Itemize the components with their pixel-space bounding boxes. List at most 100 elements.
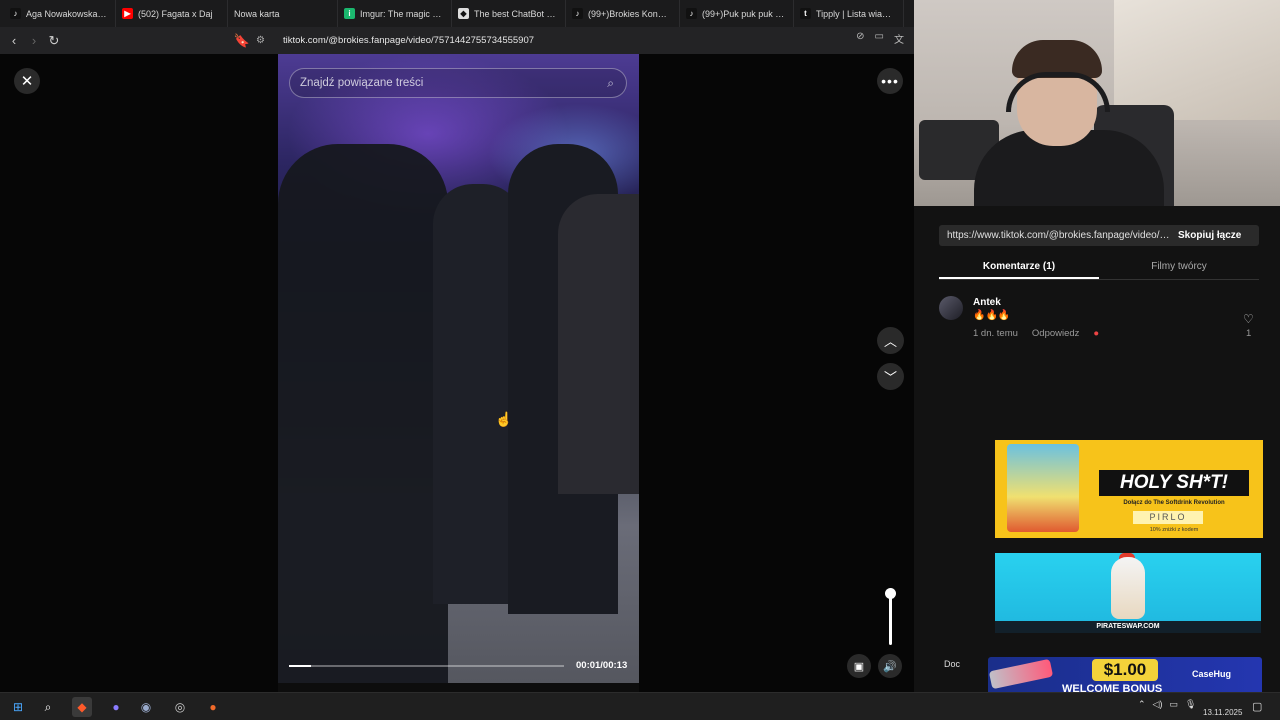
video-figure	[278, 144, 448, 683]
video-figure	[558, 194, 639, 494]
browser-tab-strip: ♪ Aga Nowakowska (@a ▶ (502) Fagata x Daj No…	[0, 0, 914, 27]
ad-subheadline: Dołącz do The Softdrink Revolution	[1123, 500, 1225, 506]
next-video-button[interactable]: ﹀	[877, 363, 904, 390]
browser-tab[interactable]: t Tipply | Lista wiadomo	[794, 0, 904, 27]
cast-icon[interactable]: ▭	[875, 31, 884, 46]
chatbot-icon: ◆	[458, 8, 469, 19]
tiktok-icon: ♪	[10, 8, 21, 19]
comment-age: 1 dn. temu	[973, 328, 1018, 339]
address-bar-row: ‹ › ↻ 🔖 ⚙ tiktok.com/@brokies.fanpage/vi…	[0, 27, 914, 54]
network-icon[interactable]: ▭	[1169, 699, 1178, 710]
tiktok-icon: ♪	[686, 8, 697, 19]
back-button[interactable]: ‹	[4, 31, 24, 51]
translate-icon[interactable]: 文	[894, 31, 904, 46]
tiktok-viewer: ✕ ••• Znajdź powiązane treści ⌕ 00:01/00…	[0, 54, 914, 692]
ad-headline: HOLY SH*T!	[1099, 470, 1249, 496]
previous-video-button[interactable]: ︿	[877, 327, 904, 354]
tray-expand-icon[interactable]: ⌃	[1138, 699, 1146, 710]
creator-like-icon: ●	[1093, 328, 1100, 339]
reader-mode-icon[interactable]: ⊘	[856, 31, 864, 46]
copy-link-button[interactable]: Skopiuj łącze	[1178, 230, 1241, 241]
tiktok-icon: ♪	[572, 8, 583, 19]
obs-icon[interactable]: ◎	[170, 697, 190, 717]
browser-tab[interactable]: ▶ (502) Fagata x Daj	[116, 0, 228, 27]
avatar[interactable]	[939, 296, 963, 320]
site-info-icon[interactable]: ⚙	[256, 35, 270, 46]
comment-meta: 1 dn. temu Odpowiedz ●	[973, 328, 1099, 339]
taskbar-date[interactable]: 13.11.2025	[1203, 708, 1242, 717]
hand-cursor-icon: ☝	[495, 411, 513, 427]
browser-tab[interactable]: i Imgur: The magic of the	[338, 0, 452, 27]
speaker-icon[interactable]: ◁)	[1153, 699, 1163, 710]
app-icon[interactable]: ●	[203, 697, 223, 717]
browser-tab-title: The best ChatBot and	[474, 8, 557, 19]
volume-slider[interactable]	[885, 588, 896, 645]
taskbar: ⊞ ⌕ ◆ ● ◉ ◎ ● ⌃ ◁) ▭ 🎙 13.11.2025 ▢	[0, 692, 1280, 720]
system-tray: ⌃ ◁) ▭ 🎙	[1138, 699, 1196, 710]
windows-start-icon[interactable]: ⊞	[8, 697, 28, 717]
browser-tab-title: Nowa karta	[234, 8, 280, 19]
tab-comments[interactable]: Komentarze (1)	[939, 256, 1099, 279]
tipply-icon: t	[800, 8, 811, 19]
browser-tab[interactable]: ♪ (99+)Puk puk puk puk (	[680, 0, 794, 27]
reload-button[interactable]: ↻	[44, 31, 64, 51]
address-bar-actions: ⊘ ▭ 文	[856, 31, 904, 46]
ad-note: 10% zniżki z kodem	[1149, 527, 1199, 533]
bookmark-icon[interactable]: 🔖	[232, 31, 252, 51]
more-options-button[interactable]: •••	[877, 68, 903, 94]
ad-mascot-image	[1111, 557, 1145, 619]
ad-price: $1.00	[1092, 659, 1158, 681]
comment-author[interactable]: Antek	[973, 297, 1001, 308]
video-player[interactable]: Znajdź powiązane treści ⌕ 00:01/00:13	[278, 54, 639, 683]
webcam-overlay	[914, 0, 1280, 206]
video-progress-bar[interactable]	[289, 665, 564, 667]
tab-creator-videos[interactable]: Filmy twórcy	[1099, 256, 1259, 279]
reply-button[interactable]: Odpowiedz	[1032, 328, 1080, 339]
browser-tab-title: Aga Nowakowska (@a	[26, 8, 107, 19]
browser-tab[interactable]: ♪ Aga Nowakowska (@a	[4, 0, 116, 27]
comment-item: Antek 🔥🔥🔥 1 dn. temu Odpowiedz ● ♡ 1	[939, 296, 1259, 344]
browser-tab[interactable]: ♪ (99+)Brokies Koncert h	[566, 0, 680, 27]
volume-icon[interactable]: 🔊	[878, 654, 902, 678]
search-icon[interactable]: ⌕	[607, 76, 614, 91]
video-progress-fill	[289, 665, 311, 667]
ad-site-label: PIRATESWAP.COM	[995, 621, 1261, 633]
ad-brand: CaseHug	[1192, 669, 1232, 679]
ad-banner-softdrink[interactable]: HOLY SH*T! Dołącz do The Softdrink Revol…	[995, 440, 1263, 538]
url-field[interactable]: ⚙ tiktok.com/@brokies.fanpage/video/7571…	[256, 31, 911, 50]
close-button[interactable]: ✕	[14, 68, 40, 94]
ad-promo-code: PIRLO	[1133, 511, 1203, 524]
browser-tab-title: Imgur: The magic of the	[360, 8, 443, 19]
like-heart-icon[interactable]: ♡	[1243, 312, 1254, 326]
share-link-row: https://www.tiktok.com/@brokies.fanpage/…	[939, 225, 1259, 246]
comment-text: 🔥🔥🔥	[973, 310, 1011, 321]
related-search-input[interactable]: Znajdź powiązane treści ⌕	[289, 68, 627, 98]
forward-button[interactable]: ›	[24, 31, 44, 51]
ad-banner-pirateswap[interactable]: PIRATESWAP.COM	[995, 553, 1261, 633]
miniplayer-icon[interactable]: ▣	[847, 654, 871, 678]
ad-prefix-text: Doc	[944, 659, 961, 669]
messenger-icon[interactable]: ●	[106, 697, 126, 717]
browser-tab-title: Tipply | Lista wiadomo	[816, 8, 895, 19]
notification-icon[interactable]: ▢	[1252, 700, 1262, 713]
screen: ♪ Aga Nowakowska (@a ▶ (502) Fagata x Daj No…	[0, 0, 1280, 720]
browser-tab-title: (502) Fagata x Daj	[138, 8, 213, 19]
related-search-placeholder: Znajdź powiązane treści	[300, 77, 424, 89]
browser-tab-title: (99+)Brokies Koncert h	[588, 8, 671, 19]
video-time: 00:01/00:13	[576, 660, 628, 671]
ad-product-image	[1007, 444, 1079, 532]
webcam-wall	[1114, 0, 1280, 120]
microphone-icon[interactable]: 🎙	[1185, 699, 1196, 710]
url-text: tiktok.com/@brokies.fanpage/video/757144…	[283, 35, 535, 46]
video-bottom-bar	[278, 683, 639, 692]
browser-tab[interactable]: Nowa karta	[228, 0, 338, 27]
comment-like-count: 1	[1246, 328, 1252, 339]
panel-tabs: Komentarze (1) Filmy twórcy	[939, 256, 1259, 280]
search-icon[interactable]: ⌕	[38, 697, 58, 717]
volume-knob[interactable]	[885, 588, 896, 599]
steam-icon[interactable]: ◉	[136, 697, 156, 717]
browser-tab-title: (99+)Puk puk puk puk (	[702, 8, 785, 19]
browser-tab[interactable]: ◆ The best ChatBot and	[452, 0, 566, 27]
brave-browser-icon[interactable]: ◆	[72, 697, 92, 717]
share-link-text[interactable]: https://www.tiktok.com/@brokies.fanpage/…	[939, 230, 1171, 241]
